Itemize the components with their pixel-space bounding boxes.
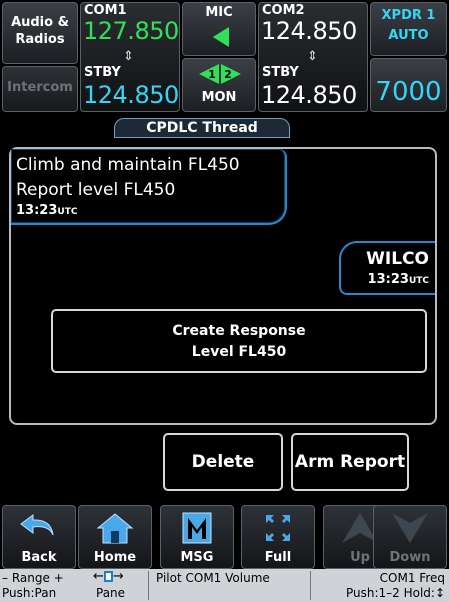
downlink-message[interactable]: WILCO 13:23UTC <box>339 241 435 295</box>
mic-triangle-icon <box>212 27 229 47</box>
knob-legend: – Range + Push:Pan ← → Pane Pilot COM1 Vo… <box>0 569 449 602</box>
downlink-time-value: 13:23 <box>367 272 409 287</box>
home-label: Home <box>93 550 137 565</box>
com2-stby-label: STBY <box>262 65 299 80</box>
mic-label: MIC <box>205 5 233 20</box>
mon-right-triangle-icon: 2 <box>221 64 241 84</box>
audio-radios-key[interactable]: Audio & Radios <box>2 2 78 64</box>
com2-standby-freq: 124.850 <box>261 81 357 109</box>
uplink-line-1: Climb and maintain FL450 <box>16 155 240 175</box>
msg-button[interactable]: MSG <box>160 505 234 569</box>
down-arrow-icon <box>392 513 428 543</box>
downlink-time: 13:23UTC <box>341 272 429 287</box>
create-response-label-1: Create Response <box>172 323 306 339</box>
com1-active-freq: 127.850 <box>83 17 179 45</box>
radio-bar: Audio & Radios Intercom COM1 127.850 ⇕ S… <box>0 0 449 120</box>
full-button[interactable]: Full <box>241 505 315 569</box>
down-button[interactable]: Down <box>373 505 447 569</box>
xpdr-code: 7000 <box>375 77 442 107</box>
xpdr-mode: AUTO <box>388 28 429 43</box>
xpdr-code-key[interactable]: 7000 <box>370 58 447 112</box>
swap-arrow-icon: ⇕ <box>307 49 318 64</box>
cpdlc-thread[interactable]: Climb and maintain FL450 Report level FL… <box>9 147 437 425</box>
down-label: Down <box>389 550 431 565</box>
create-response-button[interactable]: Create Response Level FL450 <box>51 309 427 373</box>
back-arrow-icon <box>20 514 54 536</box>
cpdlc-panel: Climb and maintain FL450 Report level FL… <box>0 138 449 503</box>
uplink-time-value: 13:23 <box>16 203 58 218</box>
create-response-label-2: Level FL450 <box>191 344 287 360</box>
mon-left-triangle-icon: 1 <box>199 64 219 84</box>
mon-key[interactable]: 1 2 MON <box>182 58 256 112</box>
home-icon <box>96 513 134 544</box>
back-button[interactable]: Back <box>2 505 76 569</box>
intercom-key[interactable]: Intercom <box>2 66 78 112</box>
com-freq-legend-2: Push:1–2 Hold:↕ <box>345 586 445 600</box>
com1-stby-label: STBY <box>84 65 121 80</box>
home-button[interactable]: Home <box>78 505 152 569</box>
mon-label: MON <box>201 90 237 105</box>
arm-report-button[interactable]: Arm Report <box>291 433 409 491</box>
xpdr-label: XPDR 1 <box>381 8 436 23</box>
com2-label: COM2 <box>262 3 305 18</box>
com1-standby-freq: 124.850 <box>83 81 179 109</box>
msg-label: MSG <box>180 550 214 565</box>
audio-radios-label-1: Audio & <box>11 15 69 30</box>
softkey-bar: Back Home MSG Full Up Down <box>0 505 449 569</box>
uplink-line-2: Report level FL450 <box>16 180 176 200</box>
com2-active-freq: 124.850 <box>261 17 357 45</box>
pane-arrows-icon: ← → <box>93 569 124 584</box>
uplink-time-zone: UTC <box>57 207 78 217</box>
delete-button[interactable]: Delete <box>163 433 283 491</box>
msg-icon <box>182 512 212 544</box>
audio-radios-label-2: Radios <box>15 32 65 47</box>
downlink-time-zone: UTC <box>408 276 429 286</box>
legend-divider <box>148 571 149 600</box>
com-freq-legend-1: COM1 Freq <box>379 571 445 585</box>
back-label: Back <box>21 550 57 565</box>
page-title: CPDLC Thread <box>114 118 290 138</box>
range-legend-1: – Range + <box>2 571 64 585</box>
com2-frequency-box[interactable]: COM2 124.850 ⇕ STBY 124.850 <box>258 2 368 112</box>
com1-frequency-box[interactable]: COM1 127.850 ⇕ STBY 124.850 <box>80 2 180 112</box>
uplink-message[interactable]: Climb and maintain FL450 Report level FL… <box>11 149 287 225</box>
pane-legend: Pane <box>96 586 126 600</box>
legend-divider <box>310 571 311 600</box>
intercom-label: Intercom <box>7 80 73 95</box>
downlink-line-1: WILCO <box>366 249 429 269</box>
com1-label: COM1 <box>84 3 127 18</box>
xpdr-mode-key[interactable]: XPDR 1 AUTO <box>370 2 447 56</box>
range-legend-2: Push:Pan <box>2 586 57 600</box>
uplink-time: 13:23UTC <box>16 203 285 218</box>
full-label: Full <box>264 550 292 565</box>
mic-key[interactable]: MIC <box>182 2 256 56</box>
volume-legend: Pilot COM1 Volume <box>156 571 270 585</box>
full-screen-icon <box>266 515 290 541</box>
mon-badges: 1 2 <box>199 64 241 84</box>
swap-arrow-icon: ⇕ <box>123 49 134 64</box>
